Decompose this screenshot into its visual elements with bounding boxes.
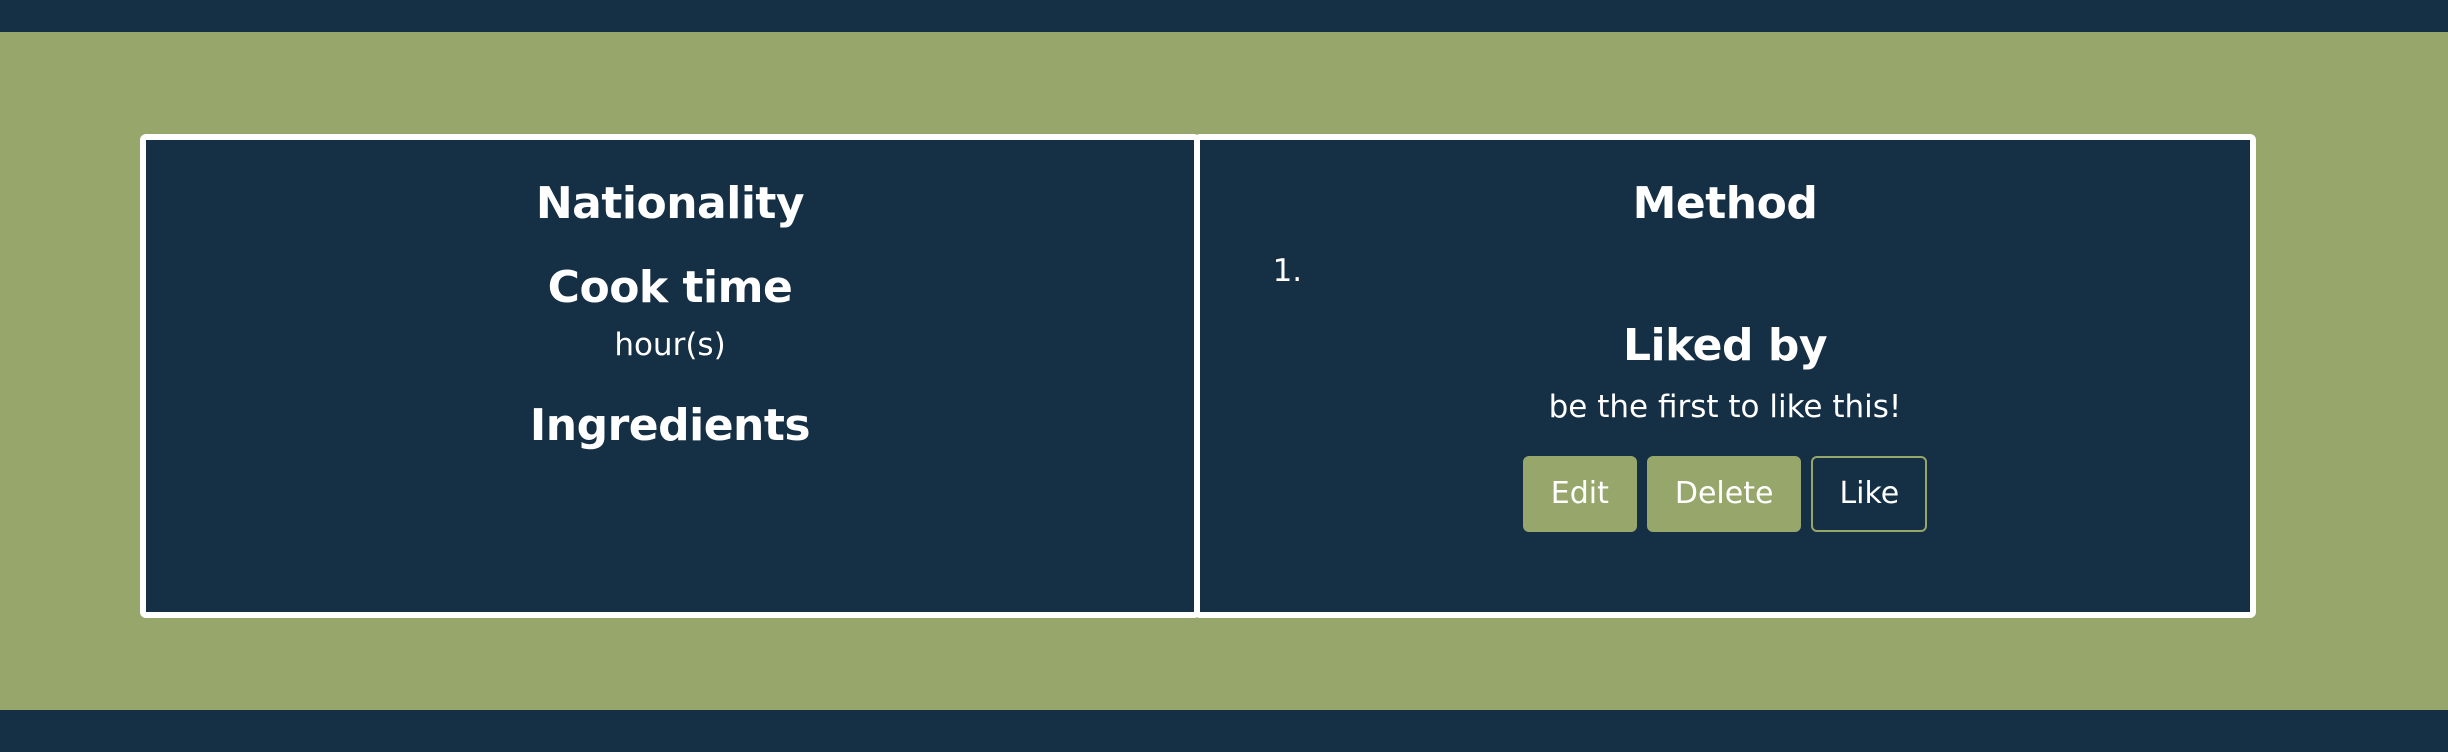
nationality-heading: Nationality [535,178,805,229]
method-steps-list [1200,251,2250,291]
recipe-actions: Edit Delete Like [1522,455,1928,532]
method-step [1312,251,2250,291]
method-heading: Method [1632,178,1818,229]
cook-time-value: hour(s) [614,326,726,363]
top-nav-bar [0,0,2448,32]
like-button[interactable]: Like [1811,455,1928,532]
footer-bar [0,710,2448,752]
cook-time-heading: Cook time [547,261,793,313]
ingredients-heading: Ingredients [529,399,811,451]
liked-by-heading: Liked by [1622,319,1828,371]
recipe-details-card: Nationality Cook time hour(s) Ingredient… [140,134,1200,618]
recipe-method-card: Method Liked by be the first to like thi… [1194,134,2256,618]
liked-by-text: be the first to like this! [1548,388,1902,425]
edit-button[interactable]: Edit [1522,455,1637,532]
delete-button[interactable]: Delete [1646,455,1802,532]
